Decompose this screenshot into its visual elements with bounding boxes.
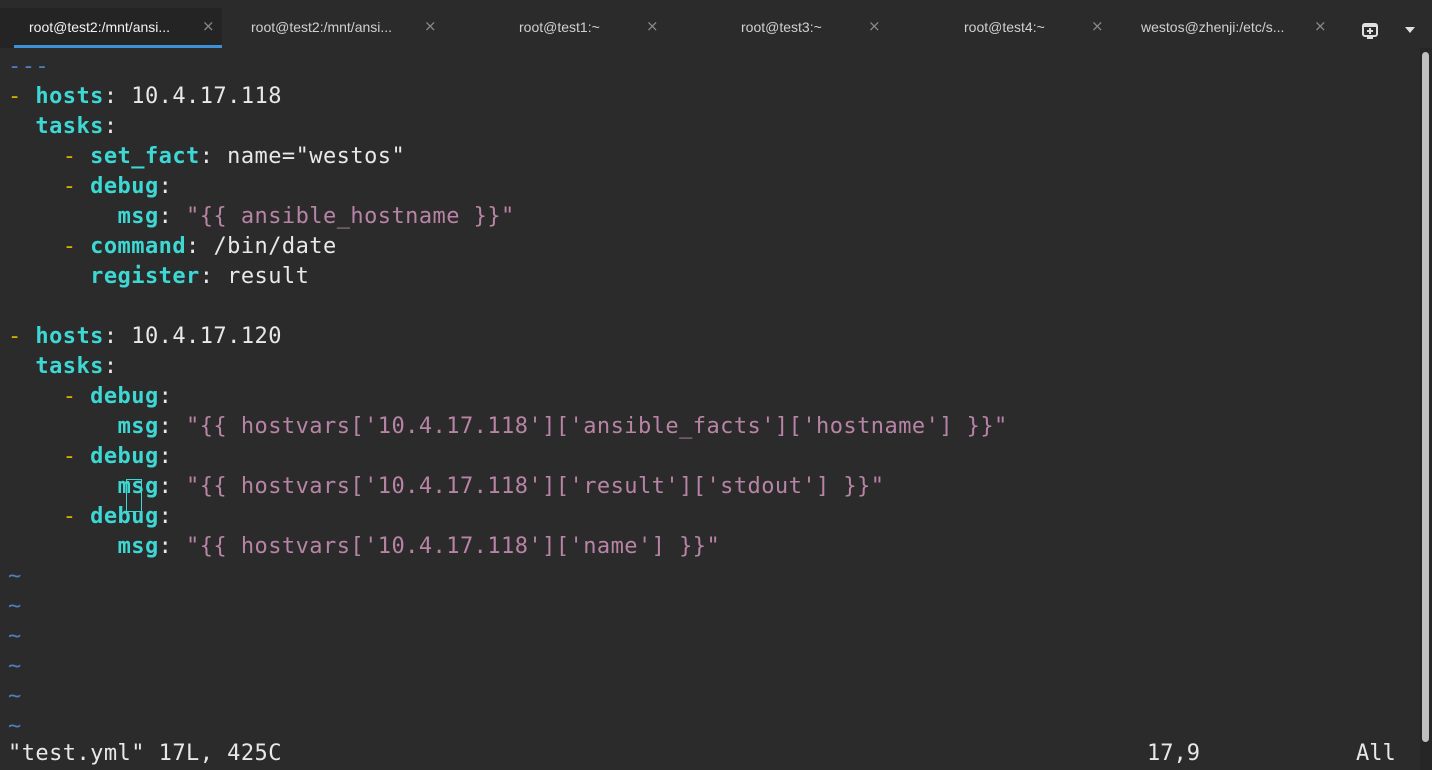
chevron-down-icon[interactable] (1402, 22, 1418, 38)
code-line: - set_fact: name="westos" (62, 144, 406, 169)
close-icon[interactable]: × (868, 18, 881, 34)
code-line: register: result (90, 264, 310, 289)
code-line: - command: /bin/date (62, 234, 337, 259)
code-line: - debug: (62, 504, 173, 529)
yaml-doc-start: --- (8, 54, 50, 79)
tab-label: root@test2:/mnt/ansi... (29, 19, 171, 35)
tab-test3[interactable]: root@test3:~ × (672, 8, 894, 48)
scrollbar-thumb[interactable] (1422, 52, 1429, 742)
close-icon[interactable]: × (646, 18, 659, 34)
code-line: msg: "{{ hostvars['10.4.17.118']['ansibl… (117, 414, 1008, 439)
close-icon[interactable]: × (1314, 18, 1327, 34)
code-line: tasks: (35, 354, 118, 379)
code-line: msg: "{{ ansible_hostname }}" (117, 204, 515, 229)
close-icon[interactable]: × (1091, 18, 1104, 34)
code-line: - hosts: 10.4.17.118 (8, 84, 282, 109)
empty-line-marker: ~ (8, 564, 22, 589)
tab-label: root@test4:~ (964, 19, 1045, 35)
code-line-current: msg: "{{ hostvars['10.4.17.118']['name']… (117, 534, 721, 559)
status-file-info: "test.yml" 17L, 425C (8, 741, 282, 766)
tab-zhenji[interactable]: westos@zhenji:/etc/s... × (1116, 8, 1338, 48)
empty-line-marker: ~ (8, 684, 22, 709)
tab-label: root@test3:~ (741, 19, 822, 35)
vim-editor[interactable]: --- - hosts: 10.4.17.118 tasks: - set_fa… (0, 48, 1420, 770)
window-top-strip (0, 0, 1432, 8)
tab-label: root@test1:~ (519, 19, 600, 35)
code-line: - debug: (62, 444, 173, 469)
tab-label: root@test2:/mnt/ansi... (251, 19, 393, 35)
code-line: - debug: (62, 384, 173, 409)
empty-line-marker: ~ (8, 624, 22, 649)
terminal-tab-bar: root@test2:/mnt/ansi... × root@test2:/mn… (0, 8, 1432, 48)
tab-test4[interactable]: root@test4:~ × (894, 8, 1116, 48)
new-tab-icon[interactable] (1360, 20, 1382, 40)
close-icon[interactable]: × (202, 18, 215, 34)
code-line: - hosts: 10.4.17.120 (8, 324, 282, 349)
empty-line-marker: ~ (8, 594, 22, 619)
close-icon[interactable]: × (424, 18, 437, 34)
tab-test2-ansible-2[interactable]: root@test2:/mnt/ansi... × (228, 8, 450, 48)
tab-test1[interactable]: root@test1:~ × (450, 8, 672, 48)
status-scroll-position: All (1356, 741, 1396, 766)
empty-line-marker: ~ (8, 654, 22, 679)
code-line: tasks: (35, 114, 118, 139)
status-cursor-position: 17,9 (1147, 741, 1200, 766)
text-cursor (126, 479, 142, 512)
tab-label: westos@zhenji:/etc/s... (1141, 19, 1285, 35)
code-line: - debug: (62, 174, 173, 199)
empty-line-marker: ~ (8, 714, 22, 739)
tab-test2-ansible-1[interactable]: root@test2:/mnt/ansi... × (0, 8, 222, 48)
